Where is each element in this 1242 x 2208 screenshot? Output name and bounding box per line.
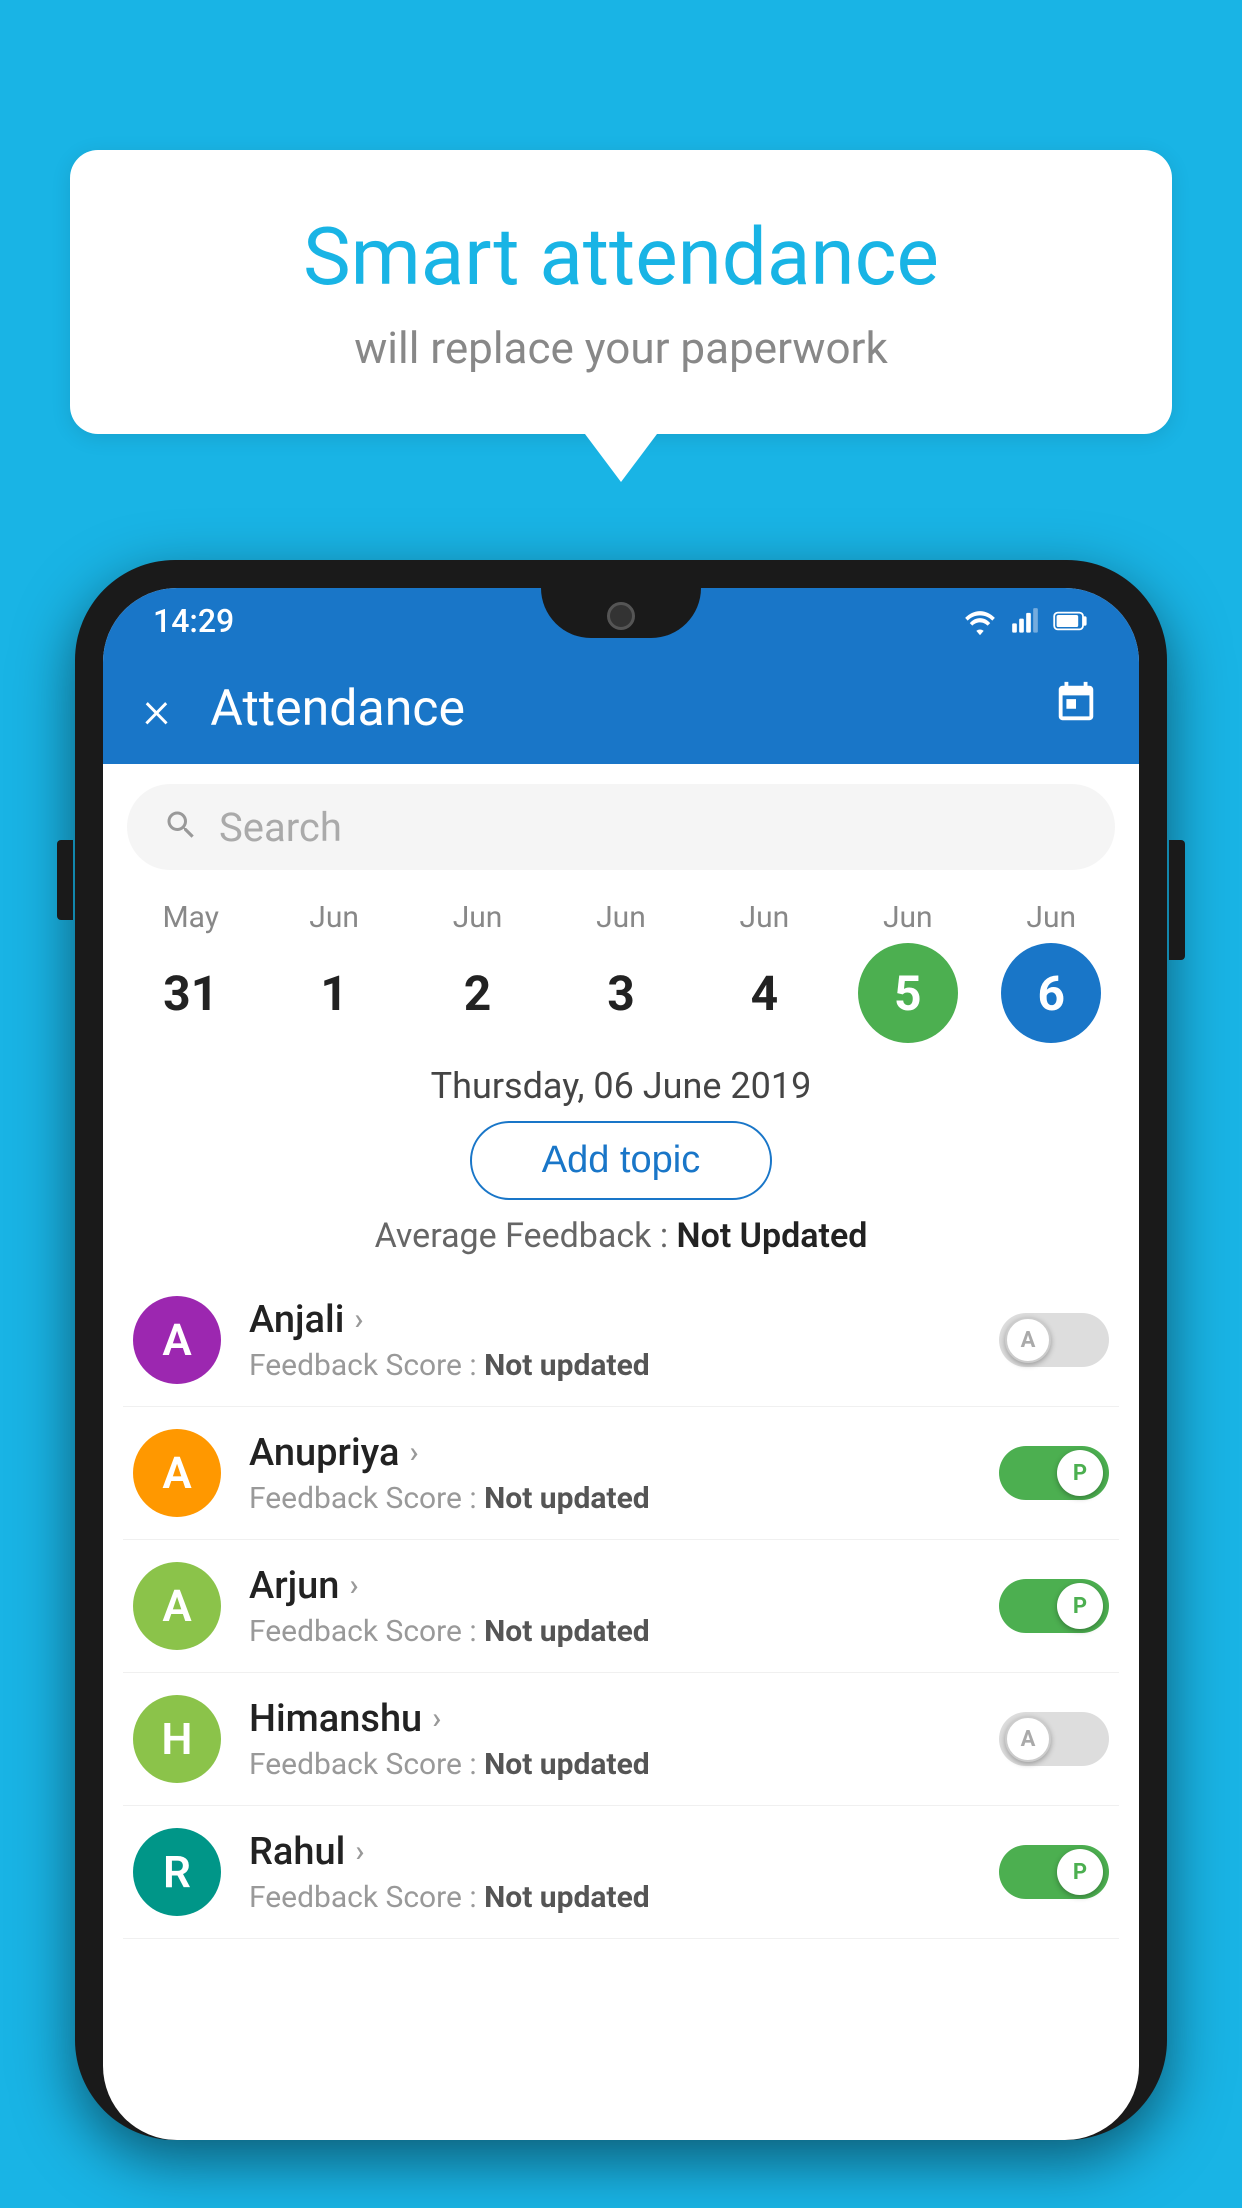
cal-month: Jun	[596, 900, 646, 935]
cal-date: 6	[1001, 943, 1101, 1043]
phone-wrapper: 14:29	[75, 560, 1167, 2208]
student-info: Arjun › Feedback Score : Not updated	[249, 1564, 999, 1649]
student-name: Rahul ›	[249, 1830, 999, 1874]
app-bar: × Attendance	[103, 654, 1139, 764]
toggle-knob: P	[1057, 1450, 1103, 1496]
toggle-wrap[interactable]: A	[999, 1712, 1109, 1766]
student-avatar: A	[133, 1562, 221, 1650]
phone-outer: 14:29	[75, 560, 1167, 2140]
calendar-day-2[interactable]: Jun 2	[413, 900, 543, 1043]
cal-month: Jun	[1026, 900, 1076, 935]
calendar-day-3[interactable]: Jun 3	[556, 900, 686, 1043]
cal-month: Jun	[309, 900, 359, 935]
student-item[interactable]: R Rahul › Feedback Score : Not updated P	[123, 1806, 1119, 1939]
cal-month: Jun	[453, 900, 503, 935]
chevron-right-icon: ›	[355, 1834, 364, 1869]
calendar-icon[interactable]	[1053, 680, 1099, 738]
toggle-wrap[interactable]: A	[999, 1313, 1109, 1367]
attendance-toggle[interactable]: P	[999, 1446, 1109, 1500]
avg-feedback-value: Not Updated	[677, 1216, 868, 1256]
student-feedback: Feedback Score : Not updated	[249, 1614, 999, 1649]
search-placeholder: Search	[219, 804, 342, 851]
student-name: Anjali ›	[249, 1298, 999, 1342]
toggle-knob: A	[1005, 1317, 1051, 1363]
chevron-right-icon: ›	[349, 1568, 358, 1603]
student-avatar: R	[133, 1828, 221, 1916]
chevron-right-icon: ›	[409, 1435, 418, 1470]
cal-date: 2	[428, 943, 528, 1043]
calendar-day-31[interactable]: May 31	[126, 900, 256, 1043]
student-avatar: H	[133, 1695, 221, 1783]
phone-notch	[541, 588, 701, 638]
search-bar[interactable]: Search	[127, 784, 1115, 870]
student-list: AAnjali ›Feedback Score : Not updatedAAA…	[103, 1274, 1139, 1939]
avg-feedback: Average Feedback : Not Updated	[103, 1216, 1139, 1256]
speech-bubble: Smart attendance will replace your paper…	[70, 150, 1172, 434]
chevron-right-icon: ›	[432, 1701, 441, 1736]
toggle-wrap[interactable]: P	[999, 1845, 1109, 1899]
student-avatar: A	[133, 1429, 221, 1517]
student-avatar: A	[133, 1296, 221, 1384]
signal-icon	[1011, 607, 1039, 635]
calendar-day-5[interactable]: Jun 5	[843, 900, 973, 1043]
search-icon	[163, 807, 199, 847]
student-info: Himanshu › Feedback Score : Not updated	[249, 1697, 999, 1782]
status-icons	[963, 607, 1089, 635]
attendance-toggle[interactable]: P	[999, 1579, 1109, 1633]
student-feedback: Feedback Score : Not updated	[249, 1747, 999, 1782]
student-item[interactable]: H Himanshu › Feedback Score : Not updatedA	[123, 1673, 1119, 1806]
calendar-strip: May 31 Jun 1 Jun 2 Jun 3 Jun 4 Jun 5 Jun 6	[103, 890, 1139, 1043]
bubble-subtitle: will replace your paperwork	[150, 322, 1092, 374]
calendar-day-6[interactable]: Jun 6	[986, 900, 1116, 1043]
wifi-icon	[963, 607, 997, 635]
student-info: Rahul › Feedback Score : Not updated	[249, 1830, 999, 1915]
cal-date: 5	[858, 943, 958, 1043]
status-time: 14:29	[153, 602, 234, 640]
student-info: Anupriya › Feedback Score : Not updated	[249, 1431, 999, 1516]
calendar-day-1[interactable]: Jun 1	[269, 900, 399, 1043]
student-info: Anjali › Feedback Score : Not updated	[249, 1298, 999, 1383]
toggle-knob: A	[1005, 1716, 1051, 1762]
student-item[interactable]: A Anupriya › Feedback Score : Not updated P	[123, 1407, 1119, 1540]
bubble-title: Smart attendance	[150, 210, 1092, 304]
cal-date: 31	[141, 943, 241, 1043]
speech-bubble-section: Smart attendance will replace your paper…	[70, 150, 1172, 482]
toggle-knob: P	[1057, 1849, 1103, 1895]
attendance-toggle[interactable]: P	[999, 1845, 1109, 1899]
student-feedback: Feedback Score : Not updated	[249, 1348, 999, 1383]
student-name: Himanshu ›	[249, 1697, 999, 1741]
student-feedback: Feedback Score : Not updated	[249, 1880, 999, 1915]
chevron-right-icon: ›	[354, 1302, 363, 1337]
phone-inner: 14:29	[103, 588, 1139, 2140]
selected-date: Thursday, 06 June 2019	[103, 1065, 1139, 1107]
cal-month: May	[162, 900, 218, 935]
toggle-wrap[interactable]: P	[999, 1446, 1109, 1500]
app-title: Attendance	[210, 680, 1053, 738]
close-button[interactable]: ×	[143, 679, 170, 740]
student-item[interactable]: A Arjun › Feedback Score : Not updated P	[123, 1540, 1119, 1673]
student-feedback: Feedback Score : Not updated	[249, 1481, 999, 1516]
calendar-day-4[interactable]: Jun 4	[699, 900, 829, 1043]
attendance-toggle[interactable]: A	[999, 1712, 1109, 1766]
toggle-knob: P	[1057, 1583, 1103, 1629]
cal-month: Jun	[883, 900, 933, 935]
battery-icon	[1053, 607, 1089, 635]
cal-date: 1	[284, 943, 384, 1043]
add-topic-button[interactable]: Add topic	[470, 1121, 772, 1200]
avg-feedback-label: Average Feedback :	[375, 1216, 677, 1256]
add-topic-section: Add topic	[103, 1121, 1139, 1200]
student-item[interactable]: AAnjali ›Feedback Score : Not updatedA	[123, 1274, 1119, 1407]
student-name: Anupriya ›	[249, 1431, 999, 1475]
cal-date: 4	[714, 943, 814, 1043]
camera	[607, 602, 635, 630]
cal-date: 3	[571, 943, 671, 1043]
bubble-arrow	[585, 434, 657, 482]
toggle-wrap[interactable]: P	[999, 1579, 1109, 1633]
cal-month: Jun	[740, 900, 790, 935]
student-name: Arjun ›	[249, 1564, 999, 1608]
attendance-toggle[interactable]: A	[999, 1313, 1109, 1367]
